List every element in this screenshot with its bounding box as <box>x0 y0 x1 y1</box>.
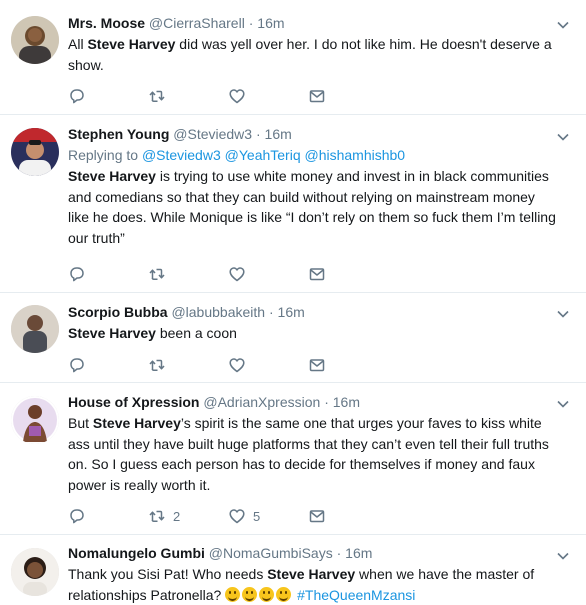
separator: · <box>268 304 274 320</box>
dm-icon <box>309 359 325 372</box>
handle[interactable]: @Steviedw3 <box>173 126 252 142</box>
replying-to: Replying to @Steviedw3 @YeahTeriq @hisha… <box>68 145 556 165</box>
reply-icon <box>70 89 84 104</box>
hashtag-link[interactable]: #TheQueenMzansi <box>297 587 415 603</box>
keyword-highlight: Steve Harvey <box>92 415 181 431</box>
retweet-button[interactable] <box>148 264 228 284</box>
retweet-count: 2 <box>173 508 181 524</box>
reply-icon <box>70 358 84 373</box>
tweet-text: All Steve Harvey did was yell over her. … <box>68 34 556 75</box>
tweet-text: But Steve Harvey’s spirit is the same on… <box>68 413 556 495</box>
mention-link[interactable]: @Steviedw3 <box>142 147 221 163</box>
direct-message-button[interactable] <box>308 355 388 375</box>
timestamp[interactable]: 16m <box>278 304 305 320</box>
separator: · <box>324 394 329 410</box>
text-part: been a coon <box>155 325 237 341</box>
keyword-highlight: Steve Harvey <box>87 36 176 52</box>
retweet-icon <box>149 90 165 102</box>
caret-down-icon[interactable] <box>556 130 570 144</box>
reply-button[interactable] <box>68 506 148 526</box>
handle[interactable]: @labubbakeith <box>171 304 265 320</box>
caret-down-icon[interactable] <box>556 307 570 321</box>
avatar[interactable] <box>11 305 59 353</box>
like-icon <box>229 267 245 282</box>
like-button[interactable] <box>228 86 308 106</box>
avatar[interactable] <box>11 16 59 64</box>
tweet[interactable]: Mrs. Moose @CierraSharell · 16m All Stev… <box>0 0 586 115</box>
like-icon <box>229 509 245 524</box>
reply-icon <box>70 509 84 524</box>
like-button[interactable] <box>228 264 308 284</box>
mention-link[interactable]: @hishamhishb0 <box>305 147 406 163</box>
replying-to-label: Replying to <box>68 147 139 163</box>
timestamp[interactable]: 16m <box>257 15 284 31</box>
tweet[interactable]: Scorpio Bubba @labubbakeith · 16m Steve … <box>0 293 586 383</box>
timestamp[interactable]: 16m <box>265 126 292 142</box>
retweet-button[interactable] <box>148 355 228 375</box>
smiley-emoji <box>225 586 241 602</box>
like-button[interactable] <box>228 355 308 375</box>
mention-link[interactable]: @YeahTeriq <box>225 147 301 163</box>
tweet-text: Steve Harvey been a coon <box>68 323 556 344</box>
retweet-button[interactable] <box>148 86 228 106</box>
handle[interactable]: @CierraSharell <box>149 15 245 31</box>
tweet[interactable]: Nomalungelo Gumbi @NomaGumbiSays · 16m T… <box>0 535 586 605</box>
display-name[interactable]: Nomalungelo Gumbi <box>68 545 205 561</box>
caret-down-icon[interactable] <box>556 549 570 563</box>
reply-button[interactable] <box>68 86 148 106</box>
tweet-feed: Mrs. Moose @CierraSharell · 16m All Stev… <box>0 0 586 605</box>
separator: · <box>248 15 254 31</box>
reply-button[interactable] <box>68 264 148 284</box>
tweet-text: Steve Harvey is trying to use white mone… <box>68 166 556 248</box>
dm-icon <box>309 90 325 103</box>
separator: · <box>255 126 261 142</box>
reply-button[interactable] <box>68 355 148 375</box>
like-icon <box>229 89 245 104</box>
like-button[interactable]: 5 <box>228 506 308 526</box>
caret-down-icon[interactable] <box>556 397 570 411</box>
like-count: 5 <box>253 508 261 524</box>
tweet[interactable]: Stephen Young @Steviedw3 · 16m Replying … <box>0 115 586 293</box>
tweet-text: Thank you Sisi Pat! Who needs Steve Harv… <box>68 564 556 605</box>
handle[interactable]: @AdrianXpression <box>203 394 320 410</box>
keyword-highlight: Steve Harvey <box>267 566 356 582</box>
reply-icon <box>70 267 84 282</box>
dm-icon <box>309 510 325 523</box>
text-part: But <box>68 415 93 431</box>
tweet[interactable]: House of Xpression @AdrianXpression · 16… <box>0 383 586 535</box>
caret-down-icon[interactable] <box>556 18 570 32</box>
direct-message-button[interactable] <box>308 264 388 284</box>
dm-icon <box>309 268 325 281</box>
avatar[interactable] <box>11 396 59 444</box>
timestamp[interactable]: 16m <box>345 545 372 561</box>
retweet-icon <box>149 510 165 522</box>
separator: · <box>336 545 342 561</box>
avatar[interactable] <box>11 128 59 176</box>
display-name[interactable]: Mrs. Moose <box>68 15 145 31</box>
handle[interactable]: @NomaGumbiSays <box>209 545 333 561</box>
smiley-emoji <box>259 586 275 602</box>
text-part: Thank you Sisi Pat! Who needs <box>68 566 268 582</box>
timestamp[interactable]: 16m <box>333 394 360 410</box>
display-name[interactable]: Scorpio Bubba <box>68 304 168 320</box>
direct-message-button[interactable] <box>308 86 388 106</box>
retweet-button[interactable]: 2 <box>148 506 228 526</box>
keyword-highlight: Steve Harvey <box>68 168 156 184</box>
retweet-icon <box>149 359 165 371</box>
keyword-highlight: Steve Harvey <box>68 325 156 341</box>
retweet-icon <box>149 268 165 280</box>
display-name[interactable]: Stephen Young <box>68 126 169 142</box>
smiley-emoji <box>242 586 258 602</box>
display-name[interactable]: House of Xpression <box>68 394 199 410</box>
avatar[interactable] <box>11 548 59 596</box>
direct-message-button[interactable] <box>308 506 388 526</box>
smiley-emoji <box>276 586 292 602</box>
text-part: All <box>68 36 88 52</box>
like-icon <box>229 358 245 373</box>
